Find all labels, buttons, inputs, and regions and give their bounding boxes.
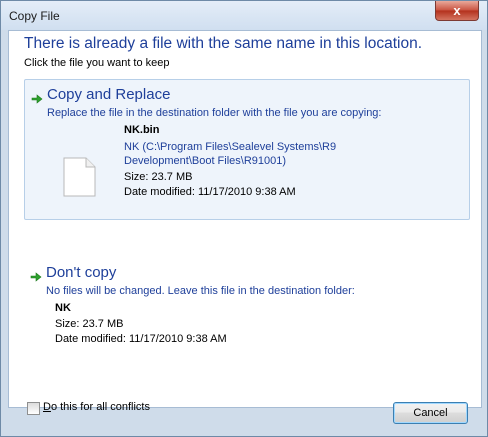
copy-and-replace-description: Replace the file in the destination fold… [47, 107, 382, 119]
apply-to-all-label-text: o this for all conflicts [50, 401, 150, 413]
dest-file-name: NK [55, 302, 71, 314]
copy-and-replace-option[interactable]: Copy and Replace Replace the file in the… [24, 79, 470, 220]
close-icon: x [453, 3, 461, 18]
source-file-path-line2: Development\Boot Files\R91001) [124, 155, 287, 167]
apply-to-all-accelerator: D [43, 401, 51, 413]
source-file-path-line1: NK (C:\Program Files\Sealevel Systems\R9 [124, 141, 337, 153]
dialog-subhead: Click the file you want to keep [24, 57, 170, 69]
dont-copy-option[interactable]: Don't copy No files will be changed. Lea… [24, 233, 470, 345]
source-file-size: Size: 23.7 MB [124, 171, 193, 183]
apply-to-all-label[interactable]: Do this for all conflicts [43, 401, 150, 413]
title-bar[interactable]: Copy File x [1, 1, 487, 30]
green-arrow-icon [31, 94, 43, 104]
window-title: Copy File [9, 9, 60, 23]
dest-file-size: Size: 23.7 MB [55, 318, 124, 330]
copy-and-replace-title: Copy and Replace [47, 86, 171, 103]
copy-file-dialog: Copy File x There is already a file with… [0, 0, 488, 437]
apply-to-all-checkbox[interactable] [27, 402, 40, 415]
dont-copy-description: No files will be changed. Leave this fil… [46, 285, 355, 297]
close-button[interactable]: x [435, 1, 479, 21]
dest-file-modified: Date modified: 11/17/2010 9:38 AM [55, 333, 227, 345]
cancel-button[interactable]: Cancel [393, 402, 468, 424]
source-file-name: NK.bin [124, 124, 160, 136]
source-file-modified: Date modified: 11/17/2010 9:38 AM [124, 186, 296, 198]
dialog-headline: There is already a file with the same na… [24, 35, 423, 52]
green-arrow-icon [30, 272, 42, 282]
dont-copy-title: Don't copy [46, 264, 117, 281]
document-file-icon [63, 157, 96, 197]
